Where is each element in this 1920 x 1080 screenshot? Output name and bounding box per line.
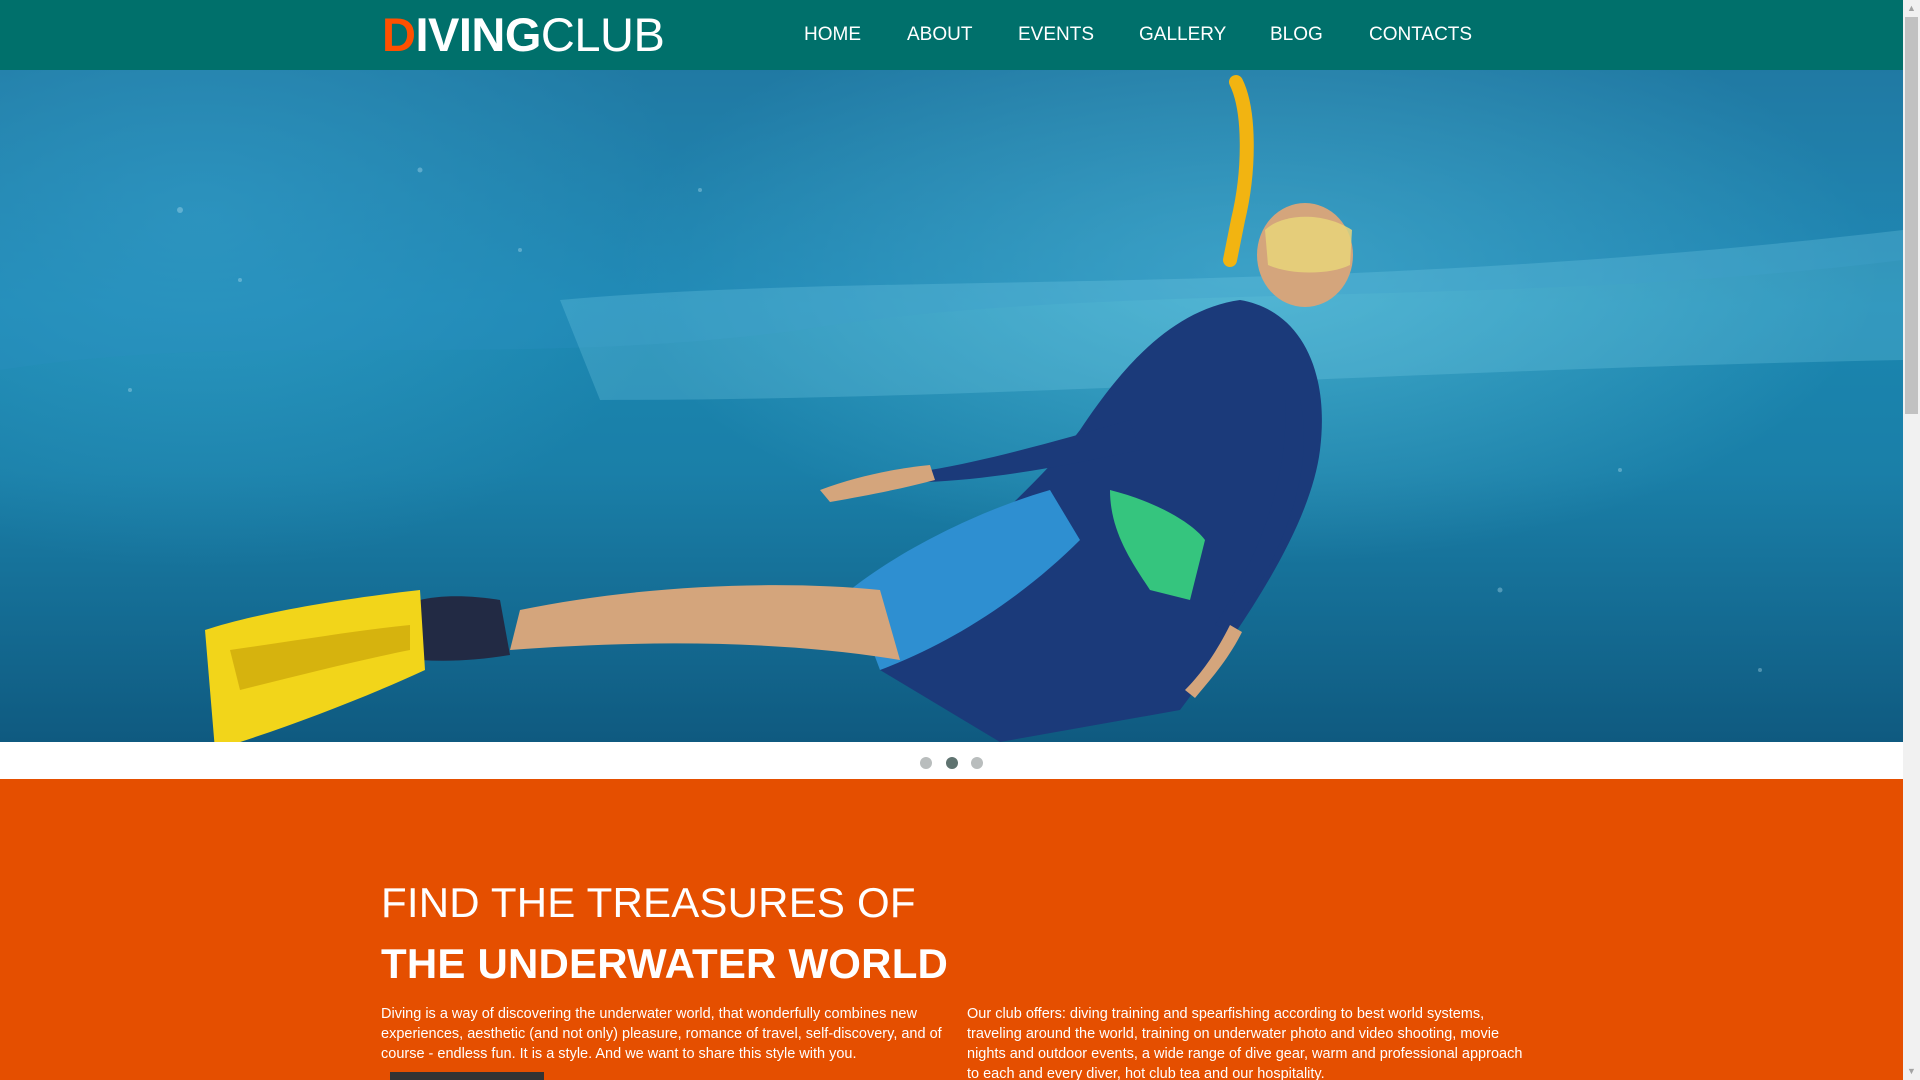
intro-paragraph-left: Diving is a way of discovering the under… [381, 1006, 942, 1062]
logo-first-letter: D [382, 8, 416, 61]
scroll-down-arrow-icon[interactable]: ▼ [1903, 1063, 1920, 1080]
hero-slide-image [0, 70, 1903, 742]
site-header: DIVINGCLUB HOME ABOUT EVENTS GALLERY BLO… [0, 0, 1903, 70]
slider-dot-2[interactable] [946, 757, 958, 769]
scroll-up-arrow-icon[interactable]: ▲ [1903, 0, 1920, 17]
vertical-scrollbar[interactable]: ▲ ▼ [1903, 0, 1920, 1080]
intro-paragraph-right: Our club offers: diving training and spe… [967, 1006, 1523, 1080]
intro-section: FIND THE TREASURES OF THE UNDERWATER WOR… [0, 779, 1903, 1080]
nav-events[interactable]: EVENTS [1018, 22, 1094, 48]
intro-heading-line1: FIND THE TREASURES OF [381, 879, 916, 926]
nav-gallery[interactable]: GALLERY [1139, 22, 1226, 48]
logo-light-part: CLUB [540, 8, 665, 61]
nav-about[interactable]: ABOUT [907, 22, 972, 48]
nav-contacts[interactable]: CONTACTS [1369, 22, 1472, 48]
read-more-button[interactable] [390, 1072, 544, 1080]
site-logo[interactable]: DIVINGCLUB [382, 6, 665, 64]
slider-dot-1[interactable] [920, 757, 932, 769]
nav-blog[interactable]: BLOG [1270, 22, 1323, 48]
page: DIVINGCLUB HOME ABOUT EVENTS GALLERY BLO… [0, 0, 1903, 1080]
slider-pagination [0, 742, 1903, 779]
scrollbar-thumb[interactable] [1905, 17, 1918, 414]
diver-illustration [0, 70, 1903, 742]
logo-bold-part: IVING [415, 8, 541, 61]
intro-heading-line2: THE UNDERWATER WORLD [381, 940, 949, 987]
slider-dot-3[interactable] [971, 757, 983, 769]
nav-home[interactable]: HOME [804, 22, 861, 48]
